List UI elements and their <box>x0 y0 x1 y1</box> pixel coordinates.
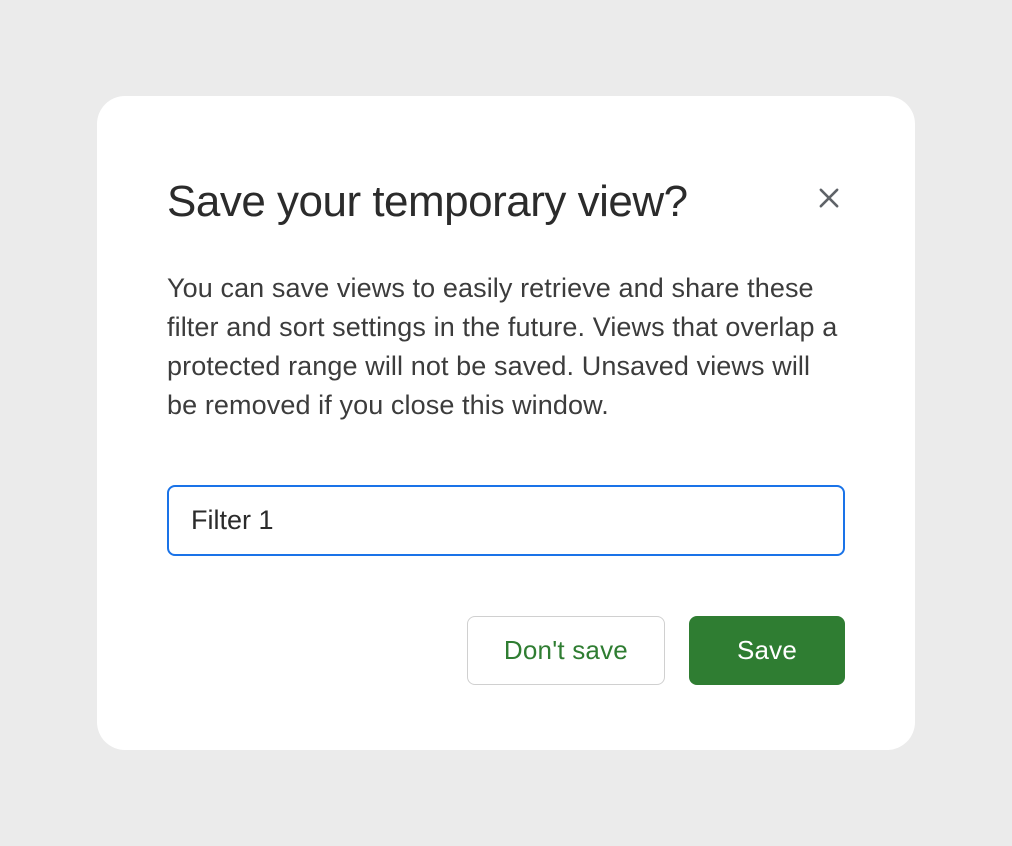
dialog-body-text: You can save views to easily retrieve an… <box>167 269 845 426</box>
close-button[interactable] <box>807 176 851 220</box>
save-button[interactable]: Save <box>689 616 845 685</box>
dont-save-button[interactable]: Don't save <box>467 616 665 685</box>
dialog-title: Save your temporary view? <box>167 176 688 229</box>
dialog-header: Save your temporary view? <box>167 166 845 229</box>
close-icon <box>815 184 843 212</box>
save-view-dialog: Save your temporary view? You can save v… <box>97 96 915 750</box>
view-name-input[interactable] <box>167 485 845 556</box>
dialog-actions: Don't save Save <box>167 616 845 685</box>
